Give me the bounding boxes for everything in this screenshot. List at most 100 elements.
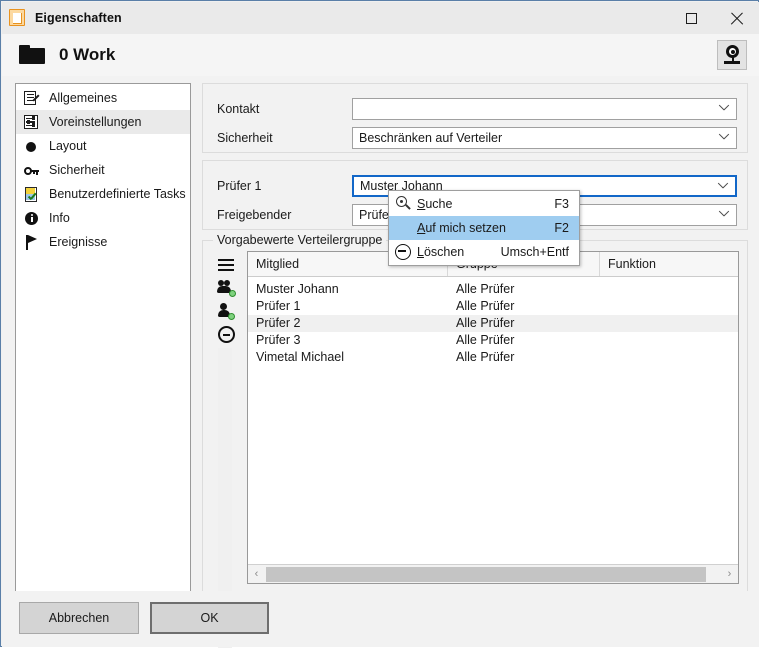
- freigebender-label: Freigebender: [217, 208, 292, 222]
- context-menu: Suche F3 Auf mich setzen F2 Löschen Umsc…: [388, 190, 580, 266]
- context-menu-item-shortcut: F3: [554, 197, 569, 211]
- cell-mitglied: Prüfer 1: [256, 299, 301, 313]
- sidebar-item-info[interactable]: Info: [16, 206, 190, 230]
- sidebar-item-label: Ereignisse: [49, 235, 108, 249]
- no-icon: [389, 216, 417, 240]
- sicherheit-combobox[interactable]: Beschränken auf Verteiler: [352, 127, 737, 149]
- sidebar-item-label: Sicherheit: [49, 163, 105, 177]
- context-menu-item-label: Auf mich setzen: [417, 221, 554, 235]
- cell-gruppe: Alle Prüfer: [456, 282, 515, 296]
- chevron-right-icon[interactable]: ›: [721, 566, 738, 583]
- sidebar-item-layout[interactable]: Layout: [16, 134, 190, 158]
- title-bar: Eigenschaften: [2, 2, 759, 34]
- kontakt-combobox[interactable]: [352, 98, 737, 120]
- label-rest: uf mich setzen: [425, 221, 506, 235]
- chevron-left-icon[interactable]: ‹: [248, 566, 265, 583]
- sidebar: Allgemeines Voreinstellungen Layout Sich…: [15, 83, 191, 595]
- context-menu-item-shortcut: F2: [554, 221, 569, 235]
- dialog-content: Allgemeines Voreinstellungen Layout Sich…: [2, 76, 759, 648]
- maximize-icon: [686, 12, 697, 24]
- users-add-icon: [216, 279, 236, 297]
- sidebar-item-ereignisse[interactable]: Ereignisse: [16, 230, 190, 254]
- remove-button[interactable]: [214, 324, 238, 344]
- circle-icon: [23, 138, 40, 155]
- distribution-group: Vorgabewerte Verteilergruppe Mitglied Fu…: [202, 233, 748, 595]
- sidebar-item-label: Info: [49, 211, 70, 225]
- field-row-sicherheit: Sicherheit Beschränken auf Verteiler: [217, 127, 737, 149]
- clipboard-check-icon: [23, 186, 40, 203]
- table-row[interactable]: Prüfer 2 Alle Prüfer: [248, 315, 738, 332]
- table-row[interactable]: Vimetal Michael Alle Prüfer: [248, 349, 738, 366]
- sidebar-item-label: Layout: [49, 139, 87, 153]
- add-user-button[interactable]: [214, 301, 238, 321]
- sliders-icon: [23, 114, 40, 131]
- window-title: Eigenschaften: [35, 11, 122, 25]
- cell-gruppe: Alle Prüfer: [456, 350, 515, 364]
- folder-icon: [19, 44, 45, 66]
- cell-gruppe: Alle Prüfer: [456, 299, 515, 313]
- header-band: 0 Work: [2, 34, 759, 76]
- context-menu-item-suche[interactable]: Suche F3: [389, 192, 579, 216]
- menu-button[interactable]: [214, 255, 238, 275]
- sicherheit-label: Sicherheit: [217, 131, 273, 145]
- sidebar-item-voreinstellungen[interactable]: Voreinstellungen: [16, 110, 190, 134]
- close-button[interactable]: [714, 2, 759, 34]
- sidebar-item-sicherheit[interactable]: Sicherheit: [16, 158, 190, 182]
- cell-mitglied: Vimetal Michael: [256, 350, 345, 364]
- table-row[interactable]: Prüfer 3 Alle Prüfer: [248, 332, 738, 349]
- chevron-down-icon: [718, 183, 727, 192]
- document-edit-icon: [23, 90, 40, 107]
- horizontal-scrollbar[interactable]: ‹ ›: [248, 564, 738, 583]
- page-title: 0 Work: [59, 45, 116, 64]
- cell-mitglied: Prüfer 2: [256, 316, 301, 330]
- context-menu-item-shortcut: Umsch+Entf: [500, 245, 569, 259]
- kontakt-label: Kontakt: [217, 102, 260, 116]
- context-menu-item-loeschen[interactable]: Löschen Umsch+Entf: [389, 240, 579, 264]
- help-button[interactable]: [717, 40, 747, 70]
- label-rest: öschen: [423, 245, 465, 259]
- maximize-button[interactable]: [669, 2, 714, 34]
- pruefer-1-label: Prüfer 1: [217, 179, 262, 193]
- minus-circle-icon: [389, 240, 417, 264]
- cell-mitglied: Prüfer 3: [256, 333, 301, 347]
- flag-icon: [23, 234, 40, 251]
- add-group-button[interactable]: [214, 278, 238, 298]
- chevron-down-icon: [719, 105, 728, 114]
- sidebar-item-label: Voreinstellungen: [49, 115, 142, 129]
- context-menu-item-label: Löschen: [417, 245, 501, 259]
- sidebar-item-benutzerdefinierte-tasks[interactable]: Benutzerdefinierte Tasks: [16, 182, 190, 206]
- members-table-block: Mitglied Gruppe Funktion Muster Johann A…: [211, 251, 739, 584]
- chevron-down-icon: [719, 211, 728, 220]
- label-rest: uche: [425, 197, 453, 211]
- sidebar-item-allgemeines[interactable]: Allgemeines: [16, 86, 190, 110]
- hamburger-icon: [214, 255, 238, 275]
- accel-char: L: [417, 245, 424, 259]
- info-icon: [23, 210, 40, 227]
- close-icon: [730, 12, 743, 25]
- chevron-down-icon: [719, 134, 728, 143]
- context-menu-item-auf-mich-setzen[interactable]: Auf mich setzen F2: [389, 216, 579, 240]
- cell-gruppe: Alle Prüfer: [456, 333, 515, 347]
- sidebar-item-label: Allgemeines: [49, 91, 118, 105]
- window-controls: [669, 2, 759, 34]
- table-row[interactable]: Muster Johann Alle Prüfer: [248, 281, 738, 298]
- distribution-group-legend: Vorgabewerte Verteilergruppe: [213, 233, 387, 247]
- ok-button[interactable]: OK: [150, 602, 269, 634]
- table-body: Muster Johann Alle Prüfer Prüfer 1 Alle …: [248, 277, 738, 366]
- cell-mitglied: Muster Johann: [256, 282, 339, 296]
- sidebar-item-label: Benutzerdefinierte Tasks: [49, 187, 186, 201]
- sicherheit-value: Beschränken auf Verteiler: [359, 131, 503, 145]
- scrollbar-track[interactable]: [265, 566, 721, 583]
- user-add-icon: [216, 302, 236, 320]
- cell-gruppe: Alle Prüfer: [456, 316, 515, 330]
- scrollbar-thumb[interactable]: [266, 566, 706, 582]
- field-row-kontakt: Kontakt: [217, 98, 737, 120]
- column-header-funktion[interactable]: Funktion: [600, 252, 738, 276]
- document-icon: [9, 9, 27, 27]
- cancel-button[interactable]: Abbrechen: [19, 602, 139, 634]
- table-row[interactable]: Prüfer 1 Alle Prüfer: [248, 298, 738, 315]
- properties-dialog: Eigenschaften 0 Work Allgemeines Voreins…: [0, 0, 759, 648]
- minus-circle-icon: [217, 325, 235, 343]
- key-icon: [23, 162, 40, 179]
- members-table: Mitglied Gruppe Funktion Muster Johann A…: [247, 251, 739, 584]
